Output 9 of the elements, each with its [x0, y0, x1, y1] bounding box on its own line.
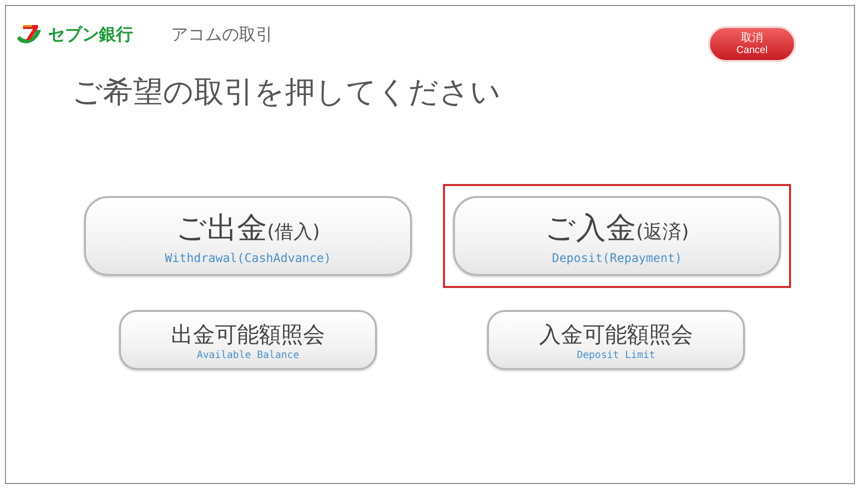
seven-logo-icon [14, 22, 44, 46]
transaction-button[interactable]: 出金可能額照会 Available Balance [119, 310, 377, 370]
brand-name: セブン銀行 [48, 24, 133, 46]
transaction-button[interactable]: ご入金(返済) Deposit(Repayment) [453, 196, 781, 276]
instruction-heading: ご希望の取引を押してください [71, 74, 502, 112]
transaction-button[interactable]: ご出金(借入) Withdrawal(CashAdvance) [84, 196, 412, 276]
transaction-button[interactable]: 入金可能額照会 Deposit Limit [487, 310, 745, 370]
cancel-button[interactable]: 取消 Cancel [708, 26, 796, 62]
screen-title: アコムの取引 [171, 24, 273, 46]
